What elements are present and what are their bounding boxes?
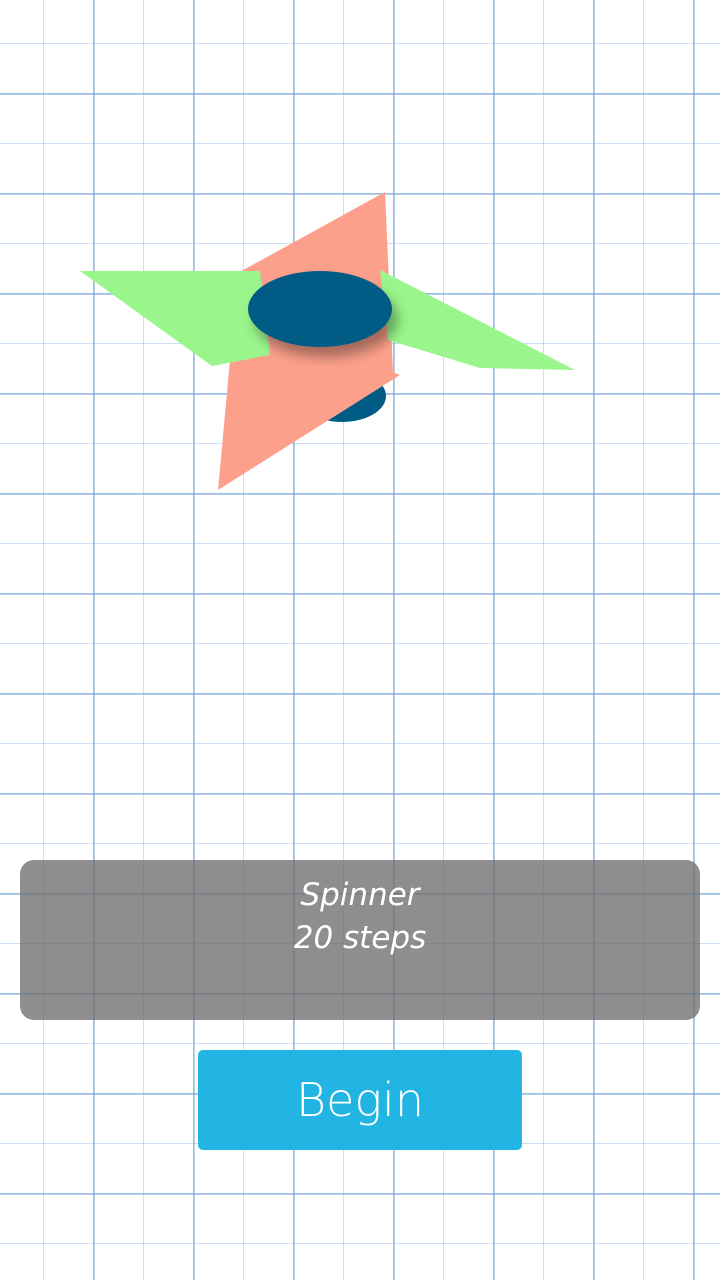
begin-button[interactable]: Begin — [198, 1050, 522, 1150]
level-title: Spinner — [300, 877, 420, 913]
spinner-hub — [248, 271, 392, 347]
level-info-panel: Spinner 20 steps — [20, 860, 700, 1020]
spinner-blade-green-right — [380, 270, 575, 370]
spinner-illustration — [80, 192, 575, 490]
spinner-blade-green-left — [80, 271, 270, 366]
level-steps: 20 steps — [293, 920, 427, 956]
